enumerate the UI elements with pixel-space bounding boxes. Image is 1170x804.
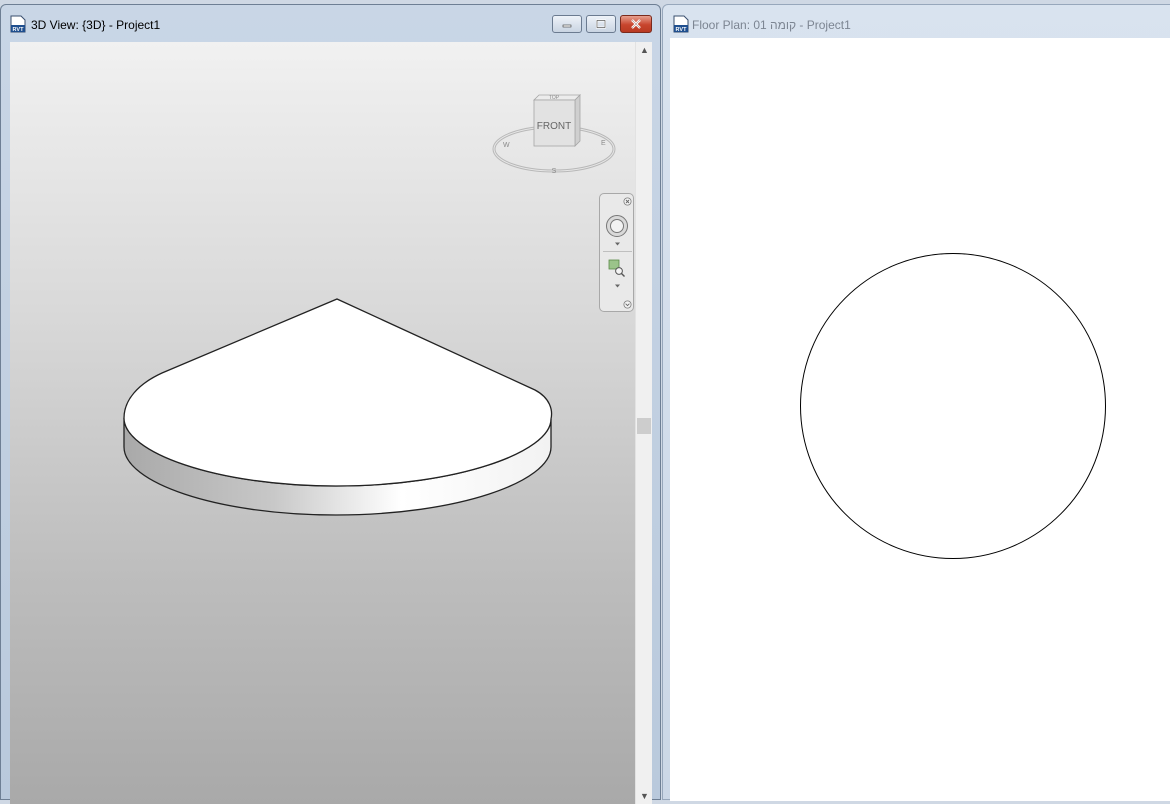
floor-plan-circle-element[interactable] xyxy=(670,38,1170,801)
close-icon[interactable] xyxy=(623,197,632,206)
floor-plan-window[interactable]: RVT Floor Plan: 01 קומה - Project1 xyxy=(662,4,1170,801)
maximize-icon xyxy=(596,19,606,29)
zoom-region-icon[interactable] xyxy=(607,258,627,278)
svg-text:RVT: RVT xyxy=(13,27,25,33)
options-icon[interactable] xyxy=(623,300,632,309)
scroll-down-arrow-icon[interactable]: ▼ xyxy=(636,788,653,804)
3d-view-titlebar[interactable]: RVT 3D View: {3D} - Project1 xyxy=(1,5,660,37)
slab-top-face xyxy=(123,298,553,487)
navbar-divider xyxy=(603,251,632,252)
viewcube-top-label: TOP xyxy=(549,95,560,101)
steering-wheel-icon[interactable] xyxy=(605,214,629,238)
viewcube-icon[interactable]: W E S TOP FRONT xyxy=(491,93,617,177)
floor-plan-canvas[interactable] xyxy=(670,38,1170,801)
close-button[interactable] xyxy=(620,15,652,33)
scrollbar-thumb[interactable] xyxy=(637,418,651,434)
svg-text:W: W xyxy=(503,142,510,149)
vertical-scrollbar[interactable]: ▲ ▼ xyxy=(635,42,652,804)
svg-text:E: E xyxy=(601,140,606,147)
svg-text:RVT: RVT xyxy=(676,27,688,33)
navigation-bar[interactable] xyxy=(599,193,634,312)
chevron-down-icon[interactable] xyxy=(613,283,622,289)
maximize-button[interactable] xyxy=(586,15,616,33)
revit-file-icon: RVT xyxy=(10,15,26,33)
close-icon xyxy=(631,19,641,29)
3d-view-window[interactable]: RVT 3D View: {3D} - Project1 W E S TOP F… xyxy=(0,4,661,804)
3d-viewport-canvas[interactable]: W E S TOP FRONT xyxy=(10,42,635,804)
minimize-icon xyxy=(562,24,572,28)
3d-view-title: 3D View: {3D} - Project1 xyxy=(31,18,161,32)
minimize-button[interactable] xyxy=(552,15,582,33)
floor-plan-title: Floor Plan: 01 קומה - Project1 xyxy=(692,18,851,32)
viewcube-front-label: FRONT xyxy=(537,121,571,132)
chevron-down-icon[interactable] xyxy=(613,241,622,247)
scroll-up-arrow-icon[interactable]: ▲ xyxy=(636,42,653,58)
revit-file-icon: RVT xyxy=(673,15,689,33)
svg-text:S: S xyxy=(552,168,557,175)
